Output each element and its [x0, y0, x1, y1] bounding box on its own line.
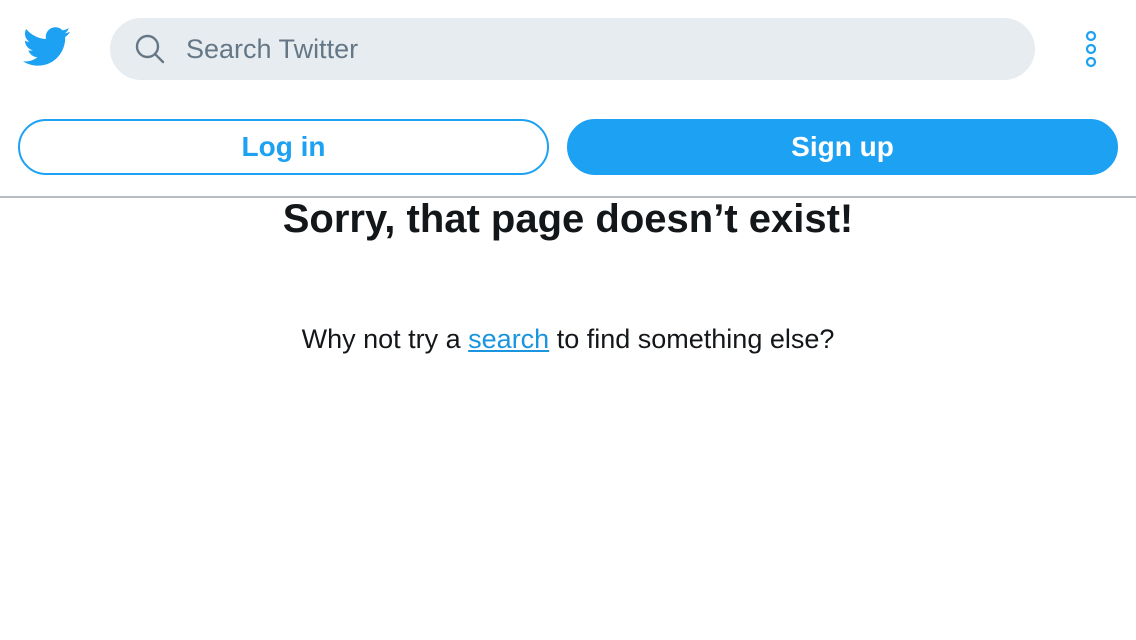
twitter-bird-icon [23, 27, 71, 66]
more-vertical-icon [1085, 30, 1097, 68]
search-icon [135, 34, 165, 64]
signup-button-label: Sign up [791, 131, 894, 162]
error-title: Sorry, that page doesn’t exist! [282, 197, 854, 241]
page: Log in Sign up Sorry, that page doesn’t … [0, 0, 1136, 640]
more-menu-button[interactable] [1072, 26, 1110, 72]
error-message-suffix: to find something else? [549, 324, 835, 354]
login-button[interactable]: Log in [18, 119, 549, 175]
search-input[interactable] [186, 18, 1006, 80]
error-message: Why not try a search to find something e… [0, 322, 1136, 356]
login-button-label: Log in [241, 131, 326, 162]
twitter-logo[interactable] [22, 26, 72, 68]
error-message-prefix: Why not try a [301, 324, 469, 354]
search-link[interactable]: search [468, 324, 549, 354]
signup-button[interactable]: Sign up [567, 119, 1118, 175]
search-box[interactable] [110, 18, 1035, 80]
